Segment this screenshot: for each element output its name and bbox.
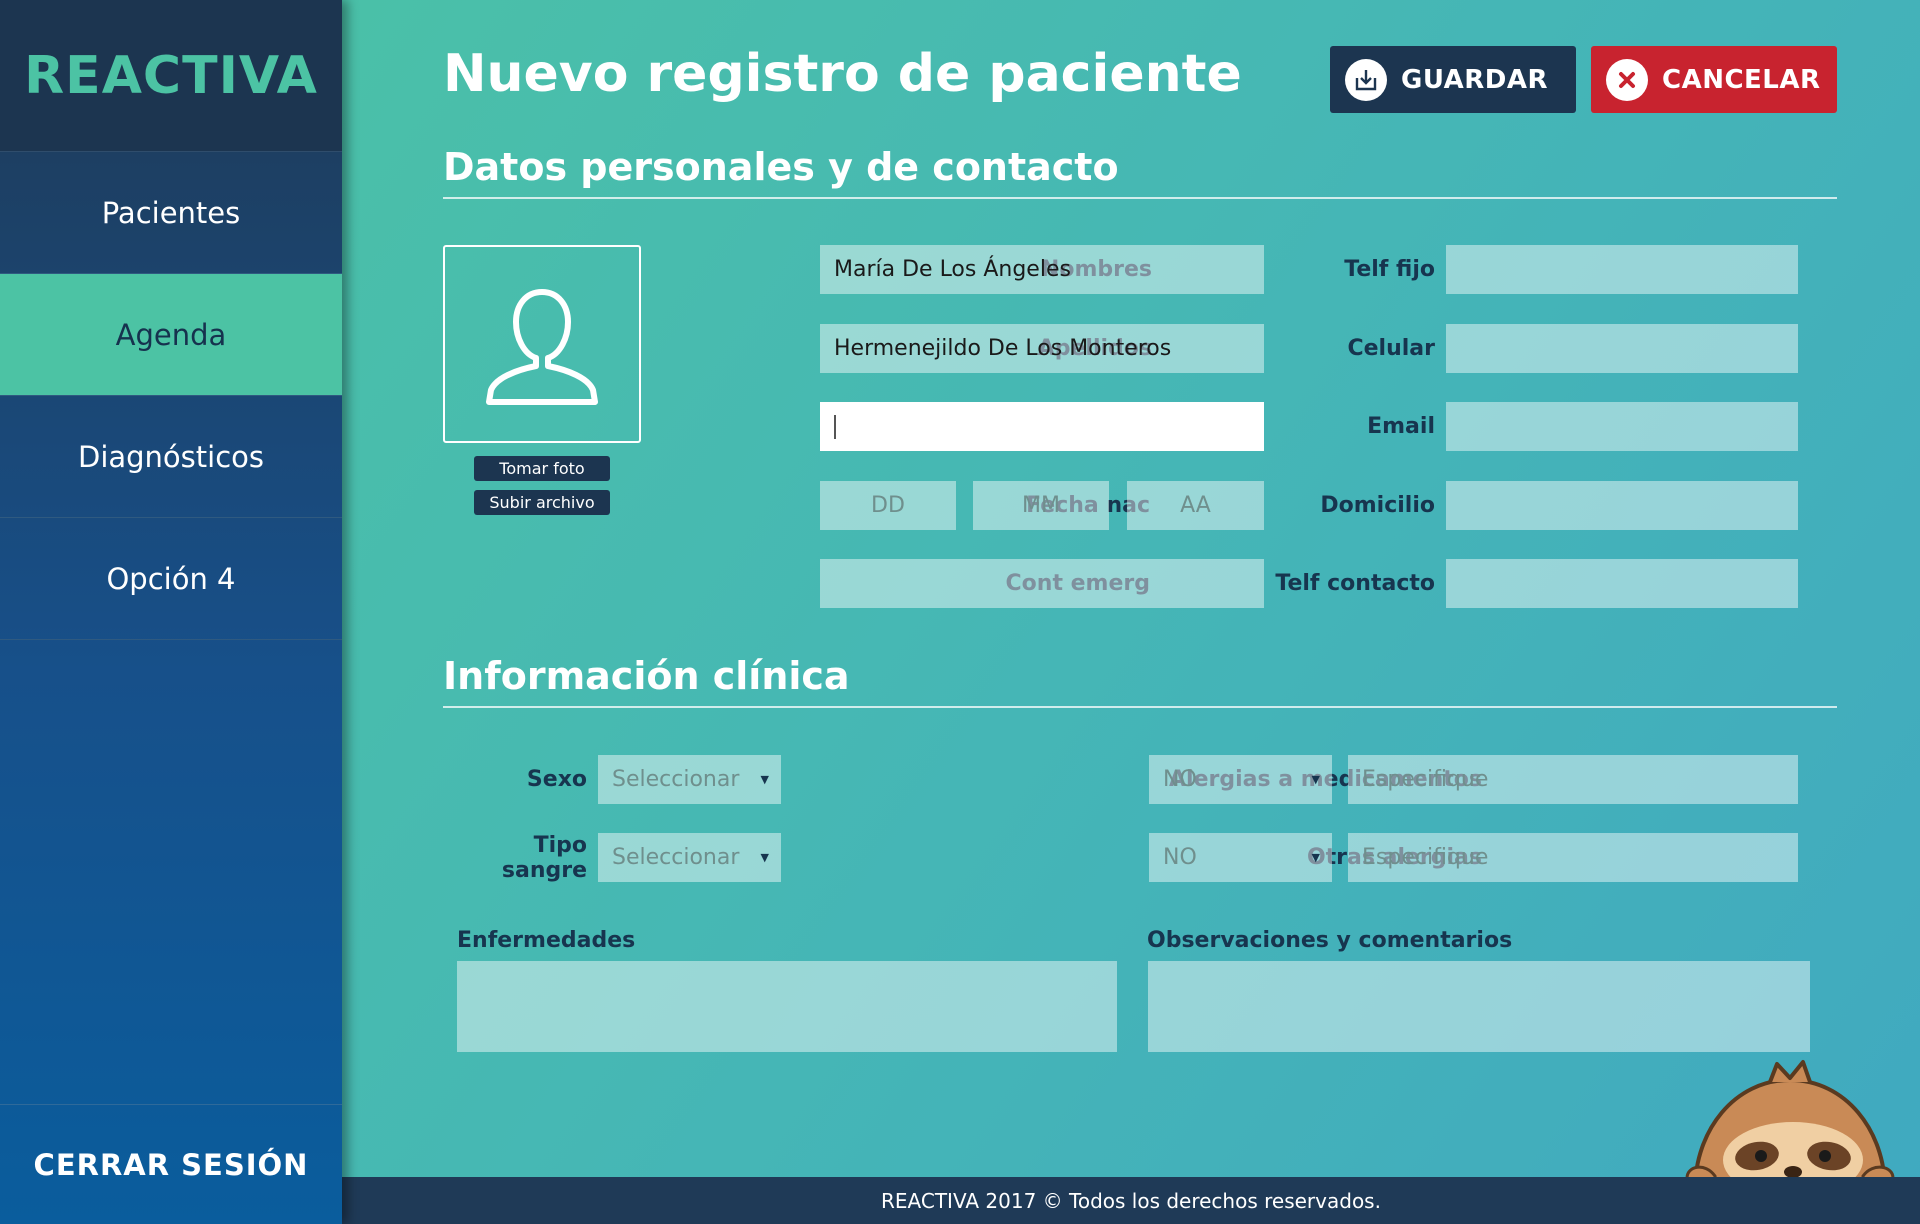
main-content: Nuevo registro de paciente GUARDAR CANCE… (342, 0, 1920, 1224)
section-divider (443, 197, 1837, 199)
take-photo-button[interactable]: Tomar foto (474, 456, 610, 481)
tipo-sangre-select[interactable]: Seleccionar ▼ (598, 833, 781, 882)
telf-contacto-field[interactable] (1446, 559, 1798, 608)
save-label: GUARDAR (1401, 64, 1549, 95)
telf-contacto-label: Telf contacto (1275, 571, 1435, 596)
observaciones-label: Observaciones y comentarios (1147, 928, 1513, 953)
telf-fijo-label: Telf fijo (1344, 257, 1435, 282)
tipo-sangre-value: Seleccionar (612, 845, 740, 870)
fecha-aa-field[interactable]: AA (1127, 481, 1264, 530)
ced-ruc-field[interactable] (820, 402, 1264, 451)
upload-file-button[interactable]: Subir archivo (474, 490, 610, 515)
sexo-value: Seleccionar (612, 767, 740, 792)
nombres-field[interactable]: María De Los Ángeles (820, 245, 1264, 294)
section-title-personal: Datos personales y de contacto (443, 145, 1119, 189)
user-icon (486, 289, 598, 405)
domicilio-label: Domicilio (1320, 493, 1435, 518)
text-cursor (834, 414, 836, 439)
sidebar-item-opcion-4[interactable]: Opción 4 (0, 518, 342, 640)
alergias-medicamentos-value: NO (1163, 767, 1197, 792)
dropdown-arrow-icon: ▼ (1311, 773, 1320, 786)
photo-placeholder[interactable] (443, 245, 641, 443)
brand-logo: REACTIVA (0, 0, 342, 152)
celular-field[interactable] (1446, 324, 1798, 373)
download-icon (1345, 58, 1387, 101)
fecha-dd-field[interactable]: DD (820, 481, 956, 530)
email-label: Email (1367, 414, 1435, 439)
sidebar-item-pacientes[interactable]: Pacientes (0, 152, 342, 274)
footer: REACTIVA 2017 © Todos los derechos reser… (342, 1177, 1920, 1224)
cancel-label: CANCELAR (1662, 64, 1821, 95)
enfermedades-textarea[interactable] (457, 961, 1117, 1052)
page-title: Nuevo registro de paciente (443, 44, 1242, 104)
enfermedades-label: Enfermedades (457, 928, 636, 953)
observaciones-textarea[interactable] (1148, 961, 1810, 1052)
dropdown-arrow-icon: ▼ (760, 851, 769, 864)
sloth-mascot-icon (1685, 1060, 1895, 1190)
tipo-sangre-label: Tipo sangre (501, 832, 587, 883)
dropdown-arrow-icon: ▼ (1311, 851, 1320, 864)
sidebar-item-agenda[interactable]: Agenda (0, 274, 342, 396)
dropdown-arrow-icon: ▼ (760, 773, 769, 786)
email-field[interactable] (1446, 402, 1798, 451)
alergias-medicamentos-select[interactable]: NO ▼ (1149, 755, 1332, 804)
otras-alergias-select[interactable]: NO ▼ (1149, 833, 1332, 882)
sexo-label: Sexo (526, 767, 587, 792)
domicilio-field[interactable] (1446, 481, 1798, 530)
cancel-button[interactable]: CANCELAR (1591, 46, 1837, 113)
apellidos-field[interactable]: Hermenejildo De Los Monteros (820, 324, 1264, 373)
celular-label: Celular (1347, 336, 1435, 361)
cont-emerg-field[interactable] (820, 559, 1264, 608)
close-icon (1606, 58, 1648, 101)
alergias-medicamentos-specify-field[interactable]: Especifique (1348, 755, 1798, 804)
section-title-clinical: Información clínica (443, 654, 850, 698)
fecha-mm-field[interactable]: MM (973, 481, 1109, 530)
sidebar: REACTIVA Pacientes Agenda Diagnósticos O… (0, 0, 342, 1224)
telf-fijo-field[interactable] (1446, 245, 1798, 294)
sidebar-item-diagnosticos[interactable]: Diagnósticos (0, 396, 342, 518)
otras-alergias-specify-field[interactable]: Especifique (1348, 833, 1798, 882)
sexo-select[interactable]: Seleccionar ▼ (598, 755, 781, 804)
section-divider (443, 706, 1837, 708)
logout-button[interactable]: CERRAR SESIÓN (0, 1104, 342, 1224)
save-button[interactable]: GUARDAR (1330, 46, 1576, 113)
otras-alergias-value: NO (1163, 845, 1197, 870)
